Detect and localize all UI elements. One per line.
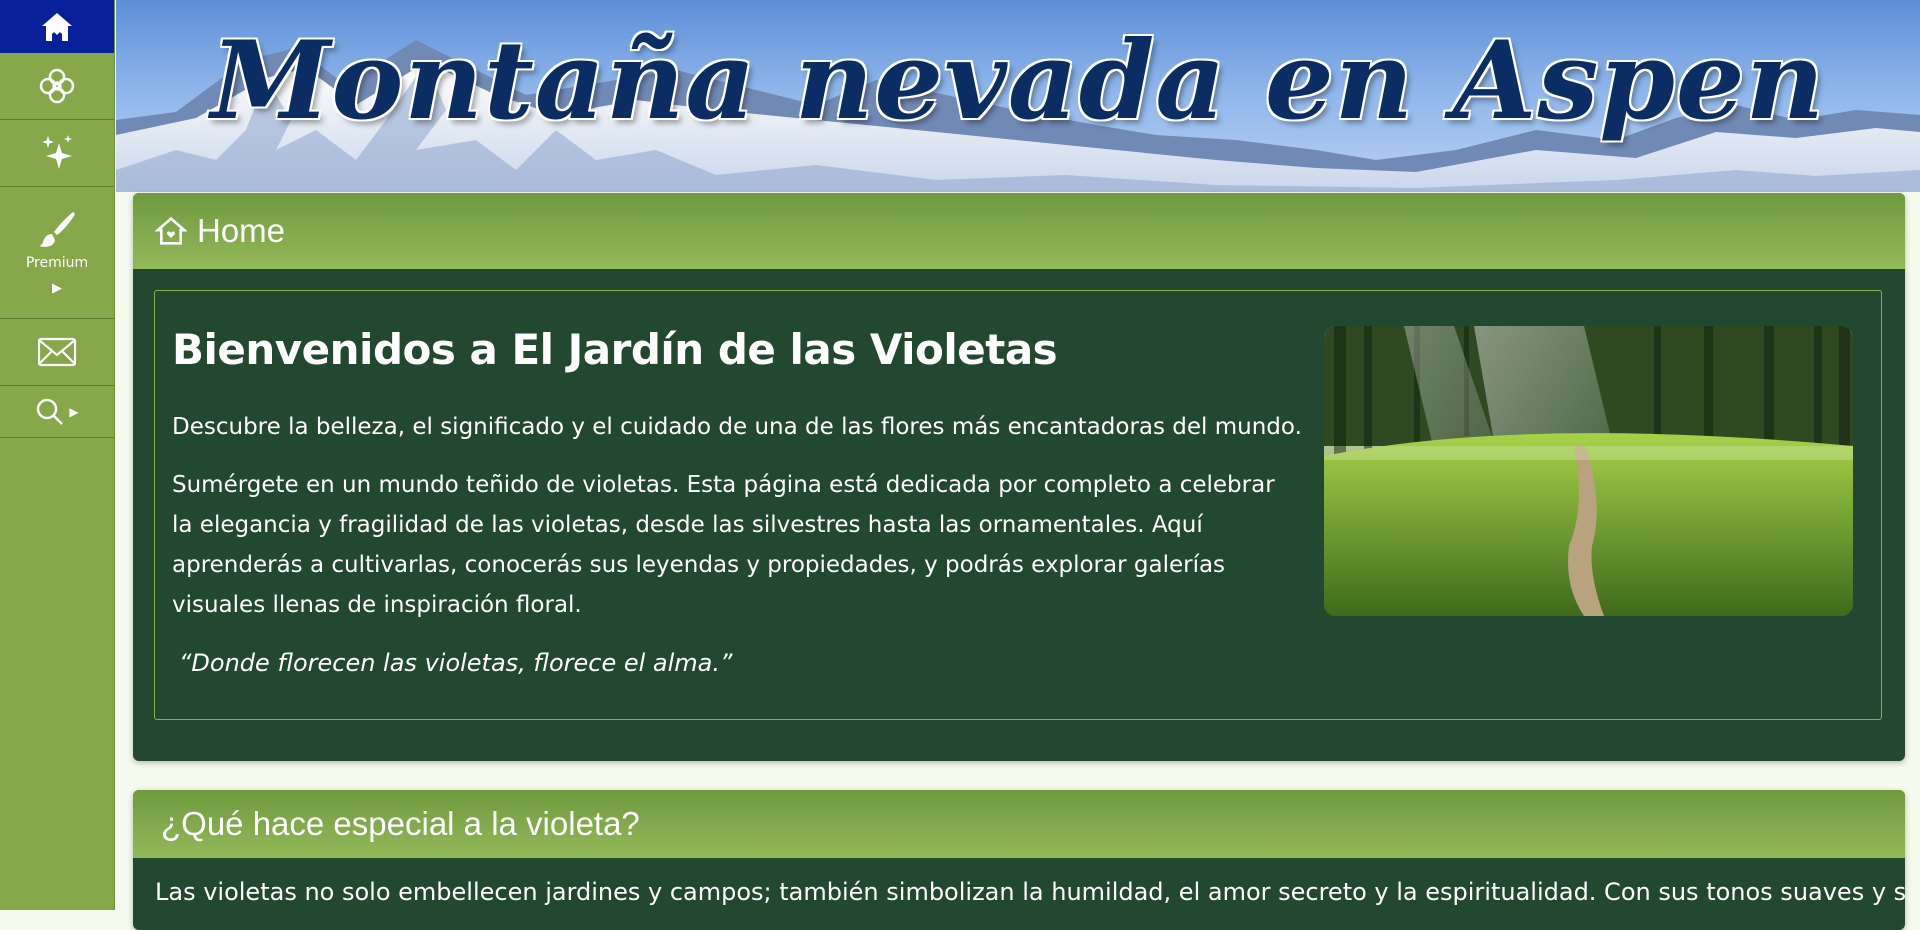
flower-icon: [37, 66, 77, 106]
welcome-quote: “Donde florecen las violetas, florece el…: [179, 649, 733, 677]
sidebar-item-flowers[interactable]: [0, 53, 114, 120]
sidebar-item-sparkles[interactable]: [0, 120, 114, 187]
welcome-title: Bienvenidos a El Jardín de las Violetas: [172, 325, 1058, 374]
mail-icon: [37, 337, 77, 367]
forest-image: [1324, 326, 1853, 616]
sidebar-item-home[interactable]: [0, 0, 114, 53]
welcome-text: Descubre la belleza, el significado y el…: [172, 407, 1302, 643]
banner-title: Montaña nevada en Aspen: [210, 18, 1826, 144]
panel-title: ¿Qué hace especial a la violeta?: [161, 805, 640, 842]
panel-header: Home: [133, 193, 1905, 269]
welcome-body: Sumérgete en un mundo teñido de violetas…: [172, 472, 1275, 618]
special-text: Las violetas no solo embellecen jardines…: [155, 878, 1905, 906]
caret-right-icon: ▶: [52, 281, 62, 296]
home-panel: Home Bienvenidos a El Jardín de las Viol…: [133, 193, 1905, 761]
search-icon: [35, 397, 65, 427]
home-icon: [155, 216, 187, 246]
home-icon: [39, 10, 75, 44]
caret-right-icon: ▶: [69, 404, 79, 419]
welcome-box: Bienvenidos a El Jardín de las Violetas …: [154, 290, 1882, 720]
special-panel: ¿Qué hace especial a la violeta? Las vio…: [133, 790, 1905, 930]
panel-title: Home: [197, 212, 286, 249]
sparkles-icon: [39, 133, 75, 173]
sidebar-item-contact[interactable]: [0, 319, 114, 386]
sidebar-item-premium[interactable]: Premium ▶: [0, 187, 114, 319]
sidebar: Premium ▶ ▶: [0, 0, 115, 910]
brush-icon: [37, 209, 77, 249]
banner: Montaña nevada en Aspen: [116, 0, 1920, 192]
sidebar-item-label: Premium: [25, 255, 89, 271]
welcome-lead: Descubre la belleza, el significado y el…: [172, 414, 1302, 440]
sidebar-item-search[interactable]: ▶: [0, 386, 114, 438]
panel-header: ¿Qué hace especial a la violeta?: [133, 790, 1905, 858]
